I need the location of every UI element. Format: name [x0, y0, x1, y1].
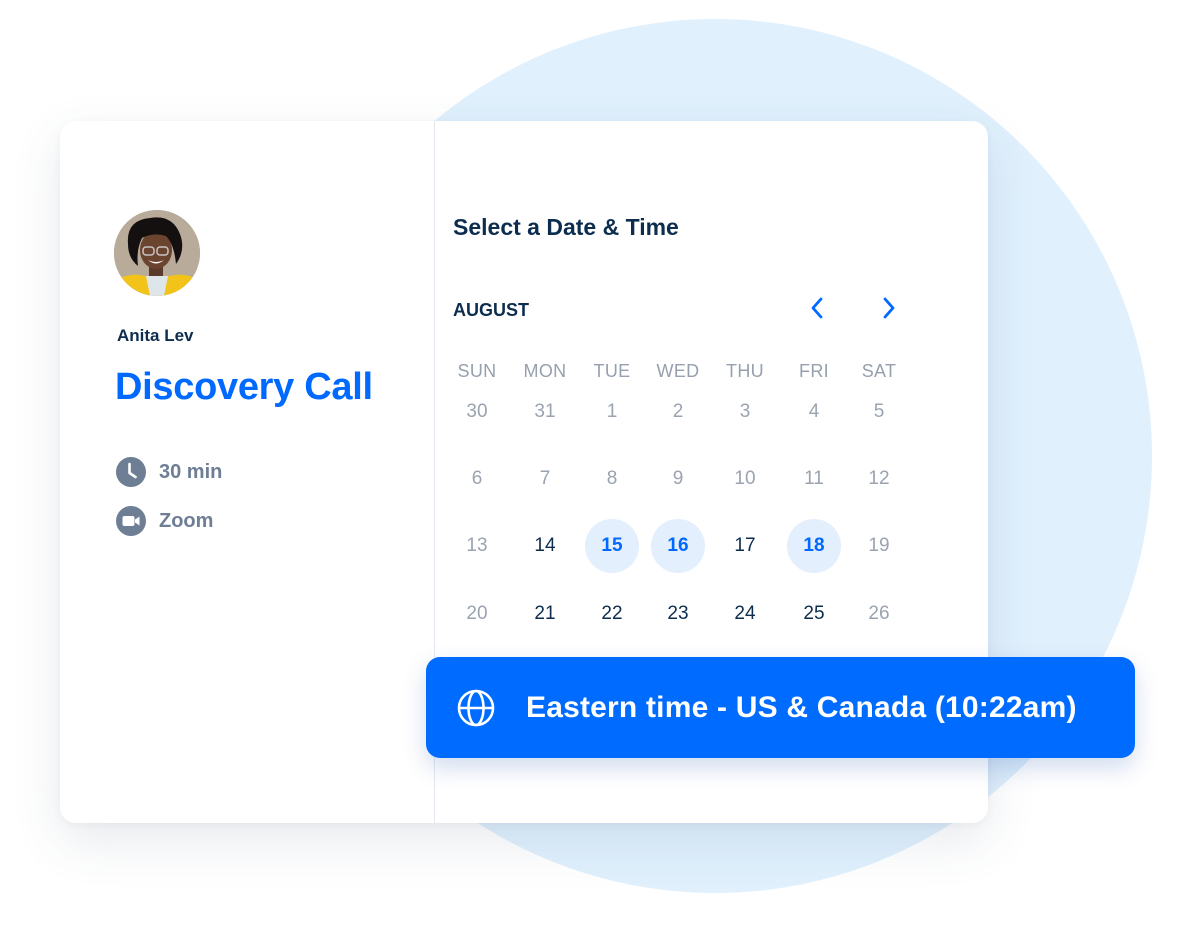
next-month-button[interactable]	[875, 294, 903, 322]
calendar-day: 9	[672, 468, 684, 489]
available-date-button[interactable]: 15	[585, 519, 639, 573]
calendar-day: 10	[734, 468, 756, 489]
section-title: Select a Date & Time	[453, 214, 679, 240]
host-avatar	[114, 210, 200, 296]
calendar-day: 17	[734, 535, 756, 556]
timezone-label: Eastern time - US & Canada (10:22am)	[526, 690, 1077, 724]
timezone-selector[interactable]: Eastern time - US & Canada (10:22am)	[426, 657, 1135, 758]
person-avatar-icon	[114, 210, 200, 296]
calendar-day: 13	[466, 535, 488, 556]
calendar-day: 22	[601, 603, 623, 624]
calendar-day: 25	[803, 603, 825, 624]
calendar-day: 5	[873, 401, 885, 422]
location-label: Zoom	[159, 509, 214, 532]
chevron-right-icon	[883, 297, 895, 319]
duration-label: 30 min	[159, 460, 223, 483]
event-duration: 30 min	[116, 457, 222, 487]
calendar-day: 12	[868, 468, 890, 489]
chevron-left-icon	[811, 297, 823, 319]
month-label: AUGUST	[453, 300, 529, 320]
calendar-day: 11	[804, 468, 824, 489]
available-date-button[interactable]: 18	[787, 519, 841, 573]
clock-icon	[116, 457, 146, 487]
globe-icon	[457, 689, 495, 726]
calendar-day: 23	[667, 603, 689, 624]
calendar-day: 31	[534, 401, 556, 422]
calendar-day: 8	[606, 468, 618, 489]
calendar-day: 24	[734, 603, 756, 624]
calendar-day: 26	[868, 603, 890, 624]
available-date-button[interactable]: 16	[651, 519, 705, 573]
host-name: Anita Lev	[117, 326, 194, 345]
video-camera-icon	[116, 506, 146, 536]
calendar-day: 7	[539, 468, 551, 489]
previous-month-button[interactable]	[803, 294, 831, 322]
calendar-day: 19	[868, 535, 890, 556]
calendar-day: 4	[808, 401, 820, 422]
calendar-day: 14	[534, 535, 556, 556]
event-location: Zoom	[116, 506, 213, 536]
calendar-day: 2	[672, 401, 684, 422]
calendar-day: 1	[606, 401, 618, 422]
calendar-day: 20	[466, 603, 488, 624]
calendar-day: 21	[534, 603, 556, 624]
calendar-day: 3	[739, 401, 751, 422]
calendar-day: 30	[466, 401, 488, 422]
event-title: Discovery Call	[115, 366, 373, 408]
calendar-day: 6	[471, 468, 483, 489]
